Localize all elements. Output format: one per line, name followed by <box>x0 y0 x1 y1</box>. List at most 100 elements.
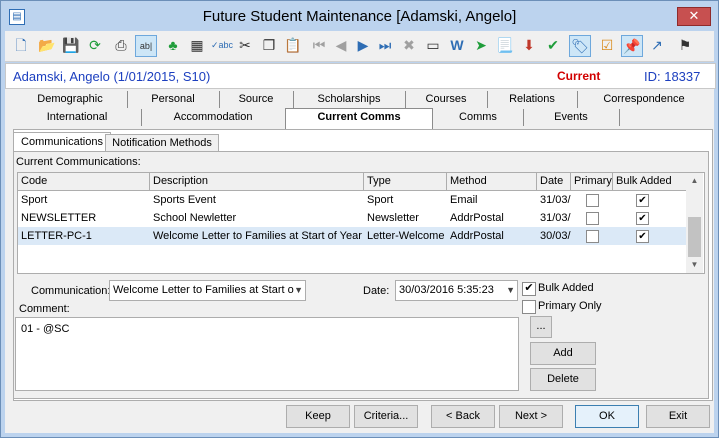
column-header-date[interactable]: Date <box>537 173 571 191</box>
tag-icon[interactable]: 🏷 <box>569 35 591 57</box>
next-button[interactable]: Next > <box>499 405 563 428</box>
word-icon[interactable]: W <box>447 35 467 55</box>
chevron-down-icon[interactable]: ▼ <box>294 281 303 300</box>
keep-button[interactable]: Keep <box>286 405 350 428</box>
tree-icon[interactable]: ♣ <box>163 35 183 55</box>
clipboard-icon[interactable]: 📃 <box>495 35 515 55</box>
column-header-method[interactable]: Method <box>447 173 537 191</box>
cell-description: School Newletter <box>153 212 237 224</box>
date-label: Date: <box>363 285 390 297</box>
cell-code: LETTER-PC-1 <box>21 230 92 242</box>
ok-button[interactable]: OK <box>575 405 639 428</box>
ellipsis-button[interactable]: ... <box>530 316 552 338</box>
jump-icon[interactable]: ↗ <box>647 35 667 55</box>
field-edit-icon[interactable]: ab| <box>135 35 157 57</box>
student-info-bar: Adamski, Angelo (1/01/2015, S10) Current… <box>5 63 716 89</box>
bulk-added-checkbox[interactable]: ✔ <box>636 230 649 243</box>
cell-code: Sport <box>21 194 48 206</box>
previous-record-icon[interactable]: ◀ <box>331 35 351 55</box>
grid-scrollbar[interactable]: ▲ ▼ <box>686 173 703 273</box>
tab-current-comms[interactable]: Current Comms <box>285 108 433 129</box>
cell-date: 31/03/ <box>540 194 571 206</box>
toolbar: 🗋 📂 💾 ⟳ ⎙ ab| ♣ ▦ ✓abc ✂ ❐ 📋 ⏮ ◀ ▶ ⏭ ✖ ▭… <box>5 31 714 62</box>
print-icon[interactable]: ⎙ <box>111 35 131 55</box>
new-document-icon[interactable]: 🗋 <box>11 35 31 55</box>
bulk-added-option-checkbox[interactable]: ✔ <box>522 282 536 296</box>
open-folder-icon[interactable]: 📂 <box>37 35 57 55</box>
cell-date: 31/03/ <box>540 212 571 224</box>
communication-value: Welcome Letter to Families at Start o <box>113 284 294 296</box>
criteria-button[interactable]: Criteria... <box>354 405 418 428</box>
tab-accommodation[interactable]: Accommodation <box>141 109 286 126</box>
date-picker[interactable]: 30/03/2016 5:35:23 ▼ <box>395 280 518 301</box>
main-window: ▤ Future Student Maintenance [Adamski, A… <box>0 0 719 438</box>
tab-correspondence[interactable]: Correspondence <box>577 91 711 108</box>
merge-icon[interactable]: ➤ <box>471 35 491 55</box>
scroll-thumb[interactable] <box>688 217 701 257</box>
tab-source[interactable]: Source <box>219 91 294 108</box>
exit-button[interactable]: Exit <box>646 405 710 428</box>
back-button[interactable]: < Back <box>431 405 495 428</box>
cell-date: 30/03/ <box>540 230 571 242</box>
comment-value: 01 - @SC <box>21 323 70 335</box>
column-header-type[interactable]: Type <box>364 173 447 191</box>
title-bar[interactable]: ▤ Future Student Maintenance [Adamski, A… <box>1 1 718 31</box>
communication-select[interactable]: Welcome Letter to Families at Start o ▼ <box>109 280 306 301</box>
primary-checkbox[interactable] <box>586 212 599 225</box>
student-id: ID: 18337 <box>644 69 701 84</box>
primary-only-checkbox[interactable] <box>522 300 536 314</box>
tab-relations[interactable]: Relations <box>487 91 578 108</box>
tab-events[interactable]: Events <box>523 109 620 126</box>
cut-icon[interactable]: ✂ <box>235 35 255 55</box>
close-button[interactable]: ✕ <box>677 7 711 26</box>
comment-field[interactable]: 01 - @SC <box>15 317 519 391</box>
cell-type: Newsletter <box>367 212 419 224</box>
column-header-description[interactable]: Description <box>150 173 364 191</box>
window-title: Future Student Maintenance [Adamski, Ang… <box>202 8 517 25</box>
subtab-notification-methods[interactable]: Notification Methods <box>105 134 219 152</box>
paste-icon[interactable]: 📋 <box>283 35 303 55</box>
flag-icon[interactable]: ⚑ <box>675 35 695 55</box>
comment-icon[interactable]: ▭ <box>423 35 443 55</box>
primary-checkbox[interactable] <box>586 194 599 207</box>
cell-code: NEWSLETTER <box>21 212 97 224</box>
approve-icon[interactable]: ✔ <box>543 35 563 55</box>
bulk-added-checkbox[interactable]: ✔ <box>636 194 649 207</box>
communication-label: Communication: <box>31 285 111 297</box>
table-row[interactable]: NEWSLETTER School Newletter Newsletter A… <box>18 209 686 227</box>
first-record-icon[interactable]: ⏮ <box>309 35 329 55</box>
table-row[interactable]: LETTER-PC-1 Welcome Letter to Families a… <box>18 227 686 245</box>
add-button[interactable]: Add <box>530 342 596 365</box>
tab-courses[interactable]: Courses <box>405 91 488 108</box>
column-header-primary[interactable]: Primary <box>571 173 613 191</box>
tab-scholarships[interactable]: Scholarships <box>293 91 406 108</box>
scroll-up-icon[interactable]: ▲ <box>686 173 703 189</box>
column-header-bulk-added[interactable]: Bulk Added <box>613 173 687 191</box>
tab-comms[interactable]: Comms <box>433 109 524 126</box>
checklist-icon[interactable]: ☑ <box>597 35 617 55</box>
bulk-added-checkbox[interactable]: ✔ <box>636 212 649 225</box>
spellcheck-icon[interactable]: ✓abc <box>211 35 233 55</box>
tab-personal[interactable]: Personal <box>127 91 220 108</box>
export-icon[interactable]: ⬇ <box>519 35 539 55</box>
chevron-down-icon[interactable]: ▼ <box>506 281 515 300</box>
copy-icon[interactable]: ❐ <box>259 35 279 55</box>
next-record-icon[interactable]: ▶ <box>353 35 373 55</box>
primary-only-label: Primary Only <box>538 300 602 312</box>
pin-icon[interactable]: 📌 <box>621 35 643 57</box>
delete-button[interactable]: Delete <box>530 368 596 391</box>
subtab-communications[interactable]: Communications <box>13 132 111 152</box>
save-icon[interactable]: 💾 <box>61 35 81 55</box>
primary-checkbox[interactable] <box>586 230 599 243</box>
column-header-code[interactable]: Code <box>18 173 150 191</box>
calculator-icon[interactable]: ▦ <box>187 35 207 55</box>
tab-demographic[interactable]: Demographic <box>13 91 128 108</box>
last-record-icon[interactable]: ⏭ <box>375 35 395 55</box>
scroll-down-icon[interactable]: ▼ <box>686 257 703 273</box>
refresh-icon[interactable]: ⟳ <box>85 35 105 55</box>
delete-icon[interactable]: ✖ <box>399 35 419 55</box>
cell-description: Welcome Letter to Families at Start of Y… <box>153 230 362 242</box>
table-row[interactable]: Sport Sports Event Sport Email 31/03/ ✔ <box>18 191 686 209</box>
tab-international[interactable]: International <box>13 109 142 126</box>
cell-type: Letter-Welcome <box>367 230 445 242</box>
